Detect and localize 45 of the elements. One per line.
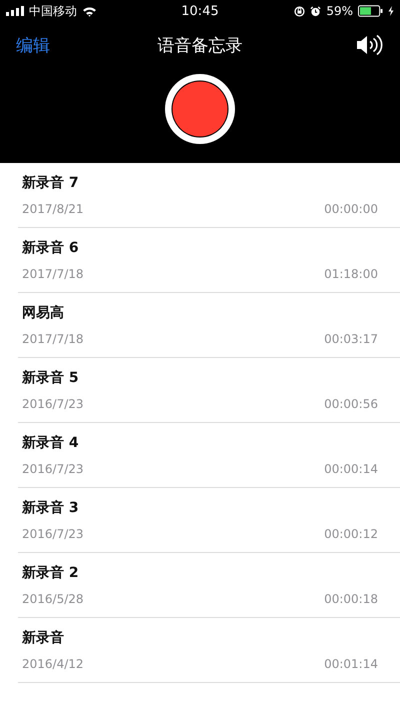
- recording-name: 新录音 7: [22, 174, 79, 192]
- recording-row[interactable]: 新录音 4 2016/7/23 00:00:14: [18, 423, 400, 488]
- edit-button[interactable]: 编辑: [16, 34, 50, 56]
- recording-duration: 01:18:00: [324, 267, 378, 281]
- recording-duration: 00:00:18: [324, 592, 378, 606]
- recording-name: 新录音: [22, 629, 64, 647]
- recording-date: 2016/7/23: [22, 397, 84, 411]
- page-title: 语音备忘录: [158, 34, 242, 56]
- recording-duration: 00:00:12: [324, 527, 378, 541]
- recording-name: 新录音 3: [22, 499, 79, 517]
- recording-row[interactable]: 新录音 2016/4/12 00:01:14: [18, 618, 400, 683]
- recording-row[interactable]: 新录音 7 2017/8/21 00:00:00: [18, 163, 400, 228]
- charging-icon: [388, 6, 394, 16]
- recording-row[interactable]: 网易高 2017/7/18 00:03:17: [18, 293, 400, 358]
- recording-duration: 00:00:56: [324, 397, 378, 411]
- recording-name: 新录音 5: [22, 369, 79, 387]
- speaker-icon[interactable]: [356, 34, 384, 56]
- recording-row[interactable]: 新录音 5 2016/7/23 00:00:56: [18, 358, 400, 423]
- recording-date: 2017/7/18: [22, 332, 84, 346]
- recording-row[interactable]: 新录音 3 2016/7/23 00:00:12: [18, 488, 400, 553]
- recording-date: 2016/7/23: [22, 462, 84, 476]
- wifi-icon: [82, 6, 97, 16]
- record-button[interactable]: [164, 73, 236, 145]
- recording-date: 2016/4/12: [22, 657, 84, 671]
- battery-icon: [358, 5, 383, 17]
- recording-duration: 00:03:17: [324, 332, 378, 346]
- recording-duration: 00:00:14: [324, 462, 378, 476]
- carrier-name: 中国移动: [29, 2, 77, 20]
- recording-name: 网易高: [22, 304, 64, 322]
- recording-duration: 00:01:14: [324, 657, 378, 671]
- battery-percent: 59%: [326, 4, 353, 18]
- recording-name: 新录音 6: [22, 239, 79, 257]
- status-time: 10:45: [181, 4, 219, 18]
- recording-row[interactable]: 新录音 2 2016/5/28 00:00:18: [18, 553, 400, 618]
- rotation-lock-icon: [294, 6, 306, 16]
- signal-icon: [6, 6, 24, 16]
- recording-name: 新录音 2: [22, 564, 79, 582]
- recording-date: 2017/7/18: [22, 267, 84, 281]
- recording-duration: 00:00:00: [324, 202, 378, 216]
- recording-date: 2016/7/23: [22, 527, 84, 541]
- recording-row[interactable]: 新录音 6 2017/7/18 01:18:00: [18, 228, 400, 293]
- recording-date: 2017/8/21: [22, 202, 84, 216]
- recording-date: 2016/5/28: [22, 592, 84, 606]
- alarm-icon: [310, 6, 322, 16]
- recording-name: 新录音 4: [22, 434, 79, 452]
